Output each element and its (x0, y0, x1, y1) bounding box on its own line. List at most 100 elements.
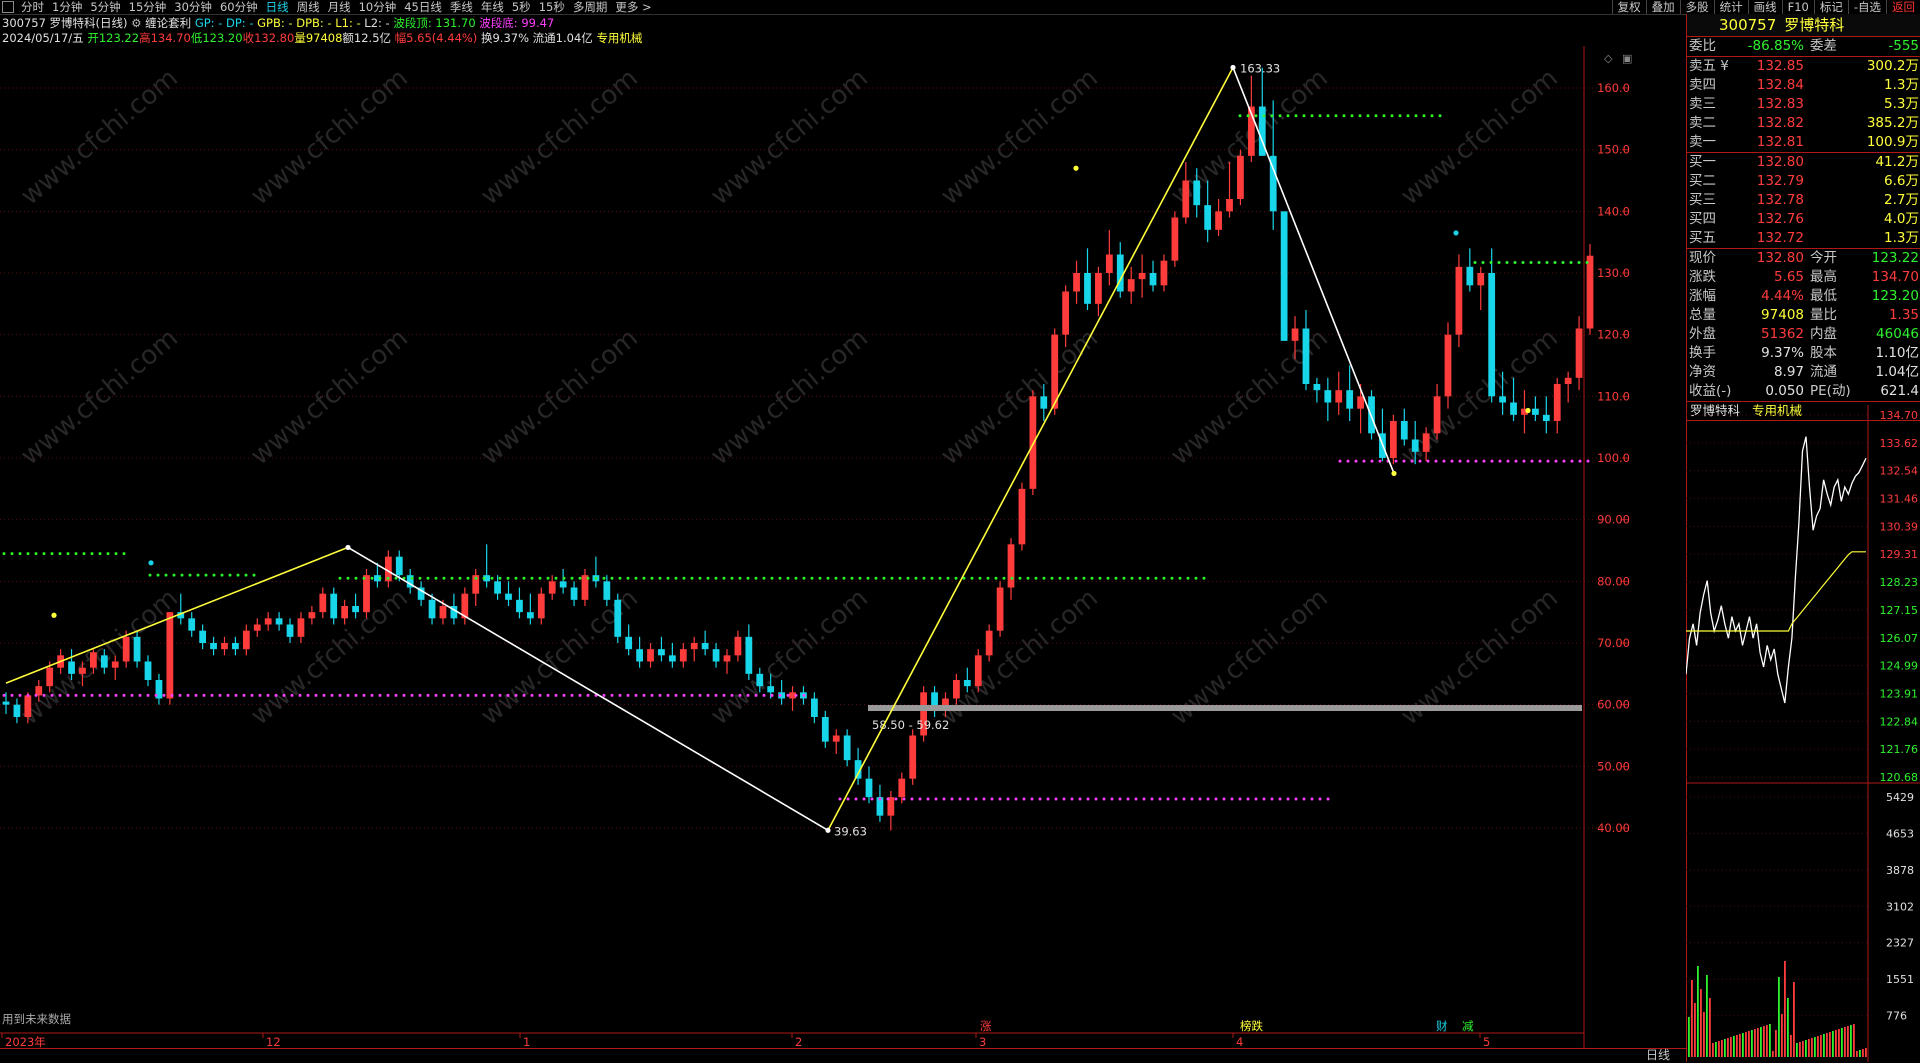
resistance-dot (1262, 114, 1266, 118)
gp-value: GP: - (194, 16, 223, 30)
candle (789, 686, 796, 711)
support-dot (610, 693, 614, 697)
resistance-dot (690, 576, 694, 580)
event-marker[interactable]: 涨 (980, 1019, 992, 1033)
support-dot (346, 693, 350, 697)
candle-body (810, 698, 818, 717)
candle-body (24, 695, 32, 717)
mini-price-tick: 120.68 (1880, 771, 1919, 784)
candle-body (1095, 273, 1102, 304)
bar-low: 低123.20 (190, 31, 243, 45)
support-dot (1578, 459, 1582, 463)
event-marker[interactable]: 减 (1462, 1019, 1474, 1033)
resistance-dot (770, 576, 774, 580)
gear-icon[interactable]: ⚙ (131, 16, 141, 30)
support-dot (1354, 459, 1358, 463)
resistance-dot (650, 576, 654, 580)
tool-button-2[interactable]: 多股 (1679, 0, 1714, 14)
period-tab-5[interactable]: 60分钟 (217, 0, 263, 14)
resistance-dot (1497, 261, 1501, 265)
resistance-dot (1481, 261, 1485, 265)
support-dot (50, 693, 54, 697)
event-marker[interactable]: 财 (1436, 1019, 1448, 1033)
resistance-dot (610, 576, 614, 580)
event-marker[interactable]: 榜跌 (1240, 1019, 1263, 1033)
tool-button-5[interactable]: F10 (1781, 0, 1814, 14)
candle-body (1466, 266, 1474, 286)
support-dot (586, 693, 590, 697)
window-icon[interactable]: ▣ (1622, 52, 1632, 65)
support-dot (918, 797, 922, 801)
support-dot (322, 693, 326, 697)
support-dot (1546, 459, 1550, 463)
indicator-name[interactable]: 缠论套利 (145, 16, 191, 30)
candle (275, 612, 283, 631)
period-tab-13[interactable]: 5秒 (509, 0, 536, 14)
bar-industry[interactable]: 专用机械 (596, 31, 642, 45)
candle-body (439, 606, 447, 619)
resistance-dot (236, 573, 240, 577)
period-tab-15[interactable]: 多周期 (570, 0, 613, 14)
stat-value2-1: 134.70 (1871, 269, 1919, 285)
period-tab-2[interactable]: 5分钟 (87, 0, 125, 14)
tool-button-3[interactable]: 统计 (1713, 0, 1748, 14)
kline-chart[interactable]: www.cfchi.com www.cfchi.com www.cfchi.com w… (0, 46, 1635, 1048)
support-dot (1490, 459, 1494, 463)
stat-value-3: 97408 (1761, 307, 1804, 323)
period-tab-12[interactable]: 年线 (478, 0, 509, 14)
diamond-icon[interactable]: ◇ (1604, 52, 1613, 65)
mini-volume-bar (1754, 1029, 1756, 1057)
mini-volume-bar (1757, 1028, 1759, 1057)
candle-body (690, 643, 698, 650)
support-dot (410, 693, 414, 697)
candle (1466, 248, 1474, 292)
period-tab-0[interactable]: 分时 (18, 0, 49, 14)
resistance-dot (746, 576, 750, 580)
candle-body (712, 649, 720, 662)
stat-row-0: 现价 132.80 今开 123.22 (1687, 249, 1920, 268)
period-tab-14[interactable]: 15秒 (536, 0, 570, 14)
bottom-period-tab[interactable]: 日线 (1646, 1049, 1670, 1062)
mini-avg-line (1686, 551, 1866, 632)
resistance-dot (714, 576, 718, 580)
support-dot (1450, 459, 1454, 463)
resistance-dot (156, 573, 160, 577)
support-dot (1174, 797, 1178, 801)
support-dot (1294, 797, 1298, 801)
wave-bottom-label: 波段底: (479, 16, 522, 30)
buy-row-3-volume: 4.0万 (1884, 211, 1919, 227)
period-tab-3[interactable]: 15分钟 (126, 0, 172, 14)
watermark-text: www.cfchi.com (935, 63, 1104, 211)
tool-button-8[interactable]: 返回 (1886, 0, 1920, 14)
resistance-dot (244, 573, 248, 577)
period-tab-6[interactable]: 日线 (263, 0, 294, 14)
tool-button-4[interactable]: 画线 (1747, 0, 1782, 14)
tool-button-0[interactable]: 复权 (1611, 0, 1646, 14)
support-dot (1046, 797, 1050, 801)
tool-button-6[interactable]: 标记 (1813, 0, 1848, 14)
buy-row-3-label: 买四 (1689, 211, 1716, 227)
candle-body (734, 636, 742, 656)
stat-label-5: 换手 (1689, 345, 1716, 361)
period-tab-9[interactable]: 10分钟 (356, 0, 402, 14)
corner-menu-icon[interactable] (2, 1, 14, 13)
mini-volume-bar (1694, 1003, 1696, 1057)
resistance-dot (164, 573, 168, 577)
tool-button-7[interactable]: -自选 (1847, 0, 1886, 14)
candle (974, 649, 982, 693)
period-tab-16[interactable]: 更多 > (612, 0, 656, 14)
intraday-mini-chart[interactable]: 134.70 133.62 132.54 131.46 130.39 129.31 128.… (1686, 405, 1920, 1062)
support-dot (634, 693, 638, 697)
period-tab-4[interactable]: 30分钟 (171, 0, 217, 14)
tool-button-1[interactable]: 叠加 (1645, 0, 1680, 14)
sell-row-0-price: 132.85 (1756, 58, 1804, 74)
period-tab-1[interactable]: 1分钟 (49, 0, 87, 14)
resistance-dot (602, 576, 606, 580)
support-dot (1110, 797, 1114, 801)
candle-body (1477, 273, 1485, 286)
period-tab-10[interactable]: 45日线 (401, 0, 447, 14)
period-tab-7[interactable]: 周线 (294, 0, 325, 14)
support-dot (386, 693, 390, 697)
period-tab-11[interactable]: 季线 (447, 0, 478, 14)
period-tab-8[interactable]: 月线 (325, 0, 356, 14)
